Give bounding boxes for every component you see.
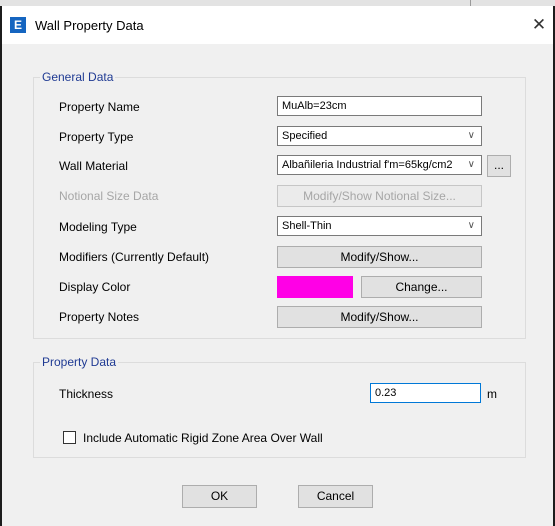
wall-material-value: Albañileria Industrial f'm=65kg/cm2 [282, 159, 453, 171]
chevron-down-icon: ∨ [467, 130, 475, 141]
close-icon[interactable]: ✕ [529, 15, 549, 35]
thickness-input[interactable]: 0.23 [370, 383, 481, 403]
title-bar: E Wall Property Data ✕ [2, 6, 553, 44]
etabs-app-icon: E [10, 17, 26, 33]
chevron-down-icon: ∨ [467, 159, 475, 170]
modifiers-modify-button[interactable]: Modify/Show... [277, 246, 482, 268]
modifiers-label: Modifiers (Currently Default) [59, 250, 210, 264]
property-type-value: Specified [282, 130, 328, 142]
window-left-edge [0, 6, 2, 526]
chevron-down-icon: ∨ [467, 220, 475, 231]
rigid-zone-label[interactable]: Include Automatic Rigid Zone Area Over W… [83, 431, 323, 445]
general-data-title: General Data [40, 70, 116, 84]
cancel-button[interactable]: Cancel [298, 485, 373, 508]
window-title: Wall Property Data [35, 18, 144, 33]
dialog-client-area: General Data Property Name MuAlb=23cm Pr… [2, 44, 553, 526]
modeling-type-label: Modeling Type [59, 220, 137, 234]
display-color-label: Display Color [59, 280, 131, 294]
property-type-label: Property Type [59, 130, 134, 144]
ok-button[interactable]: OK [182, 485, 257, 508]
property-data-title: Property Data [40, 355, 119, 369]
modeling-type-value: Shell-Thin [282, 220, 332, 232]
notional-size-label: Notional Size Data [59, 189, 159, 203]
property-notes-label: Property Notes [59, 310, 140, 324]
wall-material-more-button[interactable]: ... [487, 155, 511, 177]
thickness-label: Thickness [59, 387, 114, 401]
property-name-label: Property Name [59, 100, 140, 114]
modeling-type-dropdown[interactable]: Shell-Thin ∨ [277, 216, 482, 236]
property-data-group: Property Data Thickness 0.23 m Include A… [33, 355, 526, 458]
property-name-input[interactable]: MuAlb=23cm [277, 96, 482, 116]
display-color-swatch [277, 276, 353, 298]
property-type-dropdown[interactable]: Specified ∨ [277, 126, 482, 146]
general-data-group: General Data Property Name MuAlb=23cm Pr… [33, 70, 526, 339]
thickness-unit: m [487, 387, 497, 401]
change-color-button[interactable]: Change... [361, 276, 482, 298]
wall-material-label: Wall Material [59, 159, 128, 173]
rigid-zone-checkbox[interactable] [63, 431, 76, 444]
notional-size-button[interactable]: Modify/Show Notional Size... [277, 185, 482, 207]
property-notes-modify-button[interactable]: Modify/Show... [277, 306, 482, 328]
wall-material-dropdown[interactable]: Albañileria Industrial f'm=65kg/cm2 ∨ [277, 155, 482, 175]
